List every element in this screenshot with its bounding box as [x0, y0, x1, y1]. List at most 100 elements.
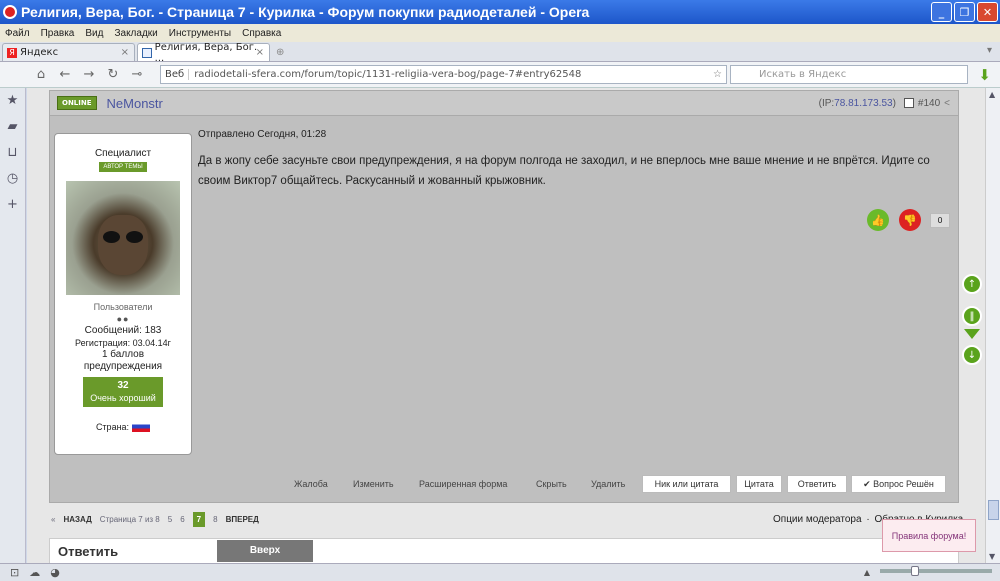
close-tab-icon[interactable]: × [121, 47, 129, 58]
russia-flag-icon [132, 421, 151, 432]
scroll-up-arrow-icon[interactable]: ▲ [989, 90, 995, 99]
back-icon[interactable]: ← [56, 67, 74, 82]
back-link[interactable]: НАЗАД [63, 515, 91, 524]
status-arrow-icon[interactable]: ▲ [864, 568, 870, 577]
forward-icon[interactable]: → [80, 67, 98, 82]
menu-help[interactable]: Справка [242, 28, 281, 39]
menu-file[interactable]: Файл [5, 28, 30, 39]
scroll-up-icon[interactable]: ↑ [962, 274, 982, 294]
triangle-down-icon[interactable] [964, 329, 980, 339]
cloud-icon[interactable]: ☁ [29, 566, 40, 579]
post-author-link[interactable]: NeMonstr [107, 96, 163, 111]
tab-label: Религия, Вера, Бог. ... [154, 41, 258, 64]
menu-tools[interactable]: Инструменты [169, 28, 231, 39]
panel-toggle-icon[interactable]: ⊡ [10, 566, 19, 579]
moderator-options-link[interactable]: Опции модератора [773, 514, 862, 525]
new-tab-button[interactable]: ⊕ [272, 43, 290, 61]
vote-count: 0 [930, 213, 950, 228]
page-link-6[interactable]: 6 [180, 515, 184, 524]
post-header: ONLINE NeMonstr (IP: 78.81.173.53 ) #140… [50, 91, 958, 116]
ip-close: ) [892, 97, 896, 109]
select-post-checkbox[interactable] [903, 98, 914, 108]
maximize-button[interactable]: ❐ [954, 2, 975, 22]
zoom-slider[interactable] [880, 566, 992, 576]
user-card: Специалист АВТОР ТЕМЫ Пользователи ●● Со… [54, 133, 192, 455]
tab-forum[interactable]: Религия, Вера, Бог. ... × [137, 41, 270, 64]
user-country: Страна: [55, 421, 191, 432]
scrollbar-thumb[interactable] [988, 500, 999, 520]
online-badge: ONLINE [57, 96, 97, 110]
nick-quote-button[interactable]: Ник или цитата [642, 475, 731, 493]
forum-rules-tooltip[interactable]: Правила форума! [882, 519, 976, 552]
reply-section: Ответить [49, 538, 959, 563]
edit-link[interactable]: Изменить [353, 479, 394, 489]
reputation-value: 32 [117, 380, 129, 391]
ip-address-link[interactable]: 78.81.173.53 [834, 98, 892, 109]
share-icon[interactable]: < [944, 98, 950, 109]
pause-icon[interactable]: ‖ [962, 306, 982, 326]
tab-list-icon[interactable]: ▾ [987, 45, 992, 56]
reply-title: Ответить [58, 544, 119, 559]
prev-arrow[interactable]: « [51, 515, 55, 524]
search-placeholder: Искать в Яндекс [759, 69, 847, 80]
page-scrollbar[interactable]: ▲ ▼ [985, 88, 1000, 563]
close-button[interactable]: ✕ [977, 2, 998, 22]
notes-icon[interactable]: ▰ [0, 114, 25, 140]
complaint-link[interactable]: Жалоба [294, 479, 328, 489]
minimize-button[interactable]: _ [931, 2, 952, 22]
delete-link[interactable]: Удалить [591, 479, 625, 489]
tab-label: Яндекс [20, 47, 59, 58]
home-icon[interactable]: ⌂ [32, 67, 50, 82]
warning-label: предупреждения [83, 361, 163, 372]
warning-points[interactable]: 1 баллов [55, 349, 191, 361]
add-panel-icon[interactable]: + [0, 192, 25, 218]
key-icon[interactable]: ⊸ [128, 67, 146, 82]
reputation-badge: 32 Очень хороший [83, 377, 163, 407]
download-arrow-icon[interactable]: ⬇ [978, 66, 991, 84]
scroll-down-icon[interactable]: ↓ [962, 345, 982, 365]
quote-button[interactable]: Цитата [736, 475, 782, 493]
reload-icon[interactable]: ↻ [104, 67, 122, 82]
user-registered: Регистрация: 03.04.14г [75, 338, 171, 348]
reply-button[interactable]: Ответить [787, 475, 847, 493]
thumbs-up-icon[interactable]: 👍 [867, 209, 889, 231]
scroll-down-arrow-icon[interactable]: ▼ [989, 552, 995, 561]
page-link-5[interactable]: 5 [168, 515, 172, 524]
bookmark-star-icon[interactable]: ☆ [713, 69, 722, 80]
extended-form-link[interactable]: Расширенная форма [419, 479, 507, 489]
user-role: Специалист [94, 148, 152, 159]
side-panel: ★ ▰ ⊔ ◷ + [0, 88, 26, 563]
user-post-count: Сообщений: 183 [84, 325, 162, 336]
window-title: Религия, Вера, Бог. - Страница 7 - Курил… [21, 4, 590, 20]
hide-link[interactable]: Скрыть [536, 479, 567, 489]
reputation-label: Очень хороший [90, 393, 156, 403]
menu-view[interactable]: Вид [85, 28, 103, 39]
thumbs-down-icon[interactable]: 👎 [899, 209, 921, 231]
post-body: Да в жопу себе засуньте свои предупрежде… [198, 155, 930, 187]
page-info: Страница 7 из 8 [99, 515, 160, 524]
pagination: « НАЗАД Страница 7 из 8 5 6 7 8 ВПЕРЕД [51, 512, 267, 527]
menu-edit[interactable]: Правка [41, 28, 75, 39]
topic-author-badge: АВТОР ТЕМЫ [99, 162, 147, 172]
question-solved-button[interactable]: ✔ Вопрос Решён [851, 475, 946, 493]
history-clock-icon[interactable]: ◷ [0, 166, 25, 192]
downloads-icon[interactable]: ⊔ [0, 140, 25, 166]
page-link-8[interactable]: 8 [213, 515, 217, 524]
tab-yandex[interactable]: Я Яндекс × [2, 43, 135, 61]
window-title-bar: Религия, Вера, Бог. - Страница 7 - Курил… [0, 0, 1000, 24]
close-tab-icon[interactable]: × [256, 47, 264, 58]
yandex-icon: Я [7, 47, 17, 58]
next-link[interactable]: ВПЕРЕД [226, 515, 259, 524]
scroll-top-button[interactable]: Вверх [217, 540, 313, 562]
address-bar[interactable]: Веб radiodetali-sfera.com/forum/topic/11… [160, 65, 727, 84]
user-avatar[interactable] [66, 181, 180, 295]
page-current: 7 [192, 512, 206, 527]
post-number[interactable]: #140 [918, 98, 940, 109]
search-input[interactable]: Искать в Яндекс [730, 65, 968, 84]
menu-bookmarks[interactable]: Закладки [114, 28, 157, 39]
speed-dial-icon[interactable]: ◕ [50, 566, 60, 579]
zoom-slider-handle[interactable] [911, 566, 919, 576]
page-content: ONLINE NeMonstr (IP: 78.81.173.53 ) #140… [27, 88, 985, 563]
bookmarks-star-icon[interactable]: ★ [0, 88, 25, 114]
user-group: Пользователи [93, 302, 153, 312]
